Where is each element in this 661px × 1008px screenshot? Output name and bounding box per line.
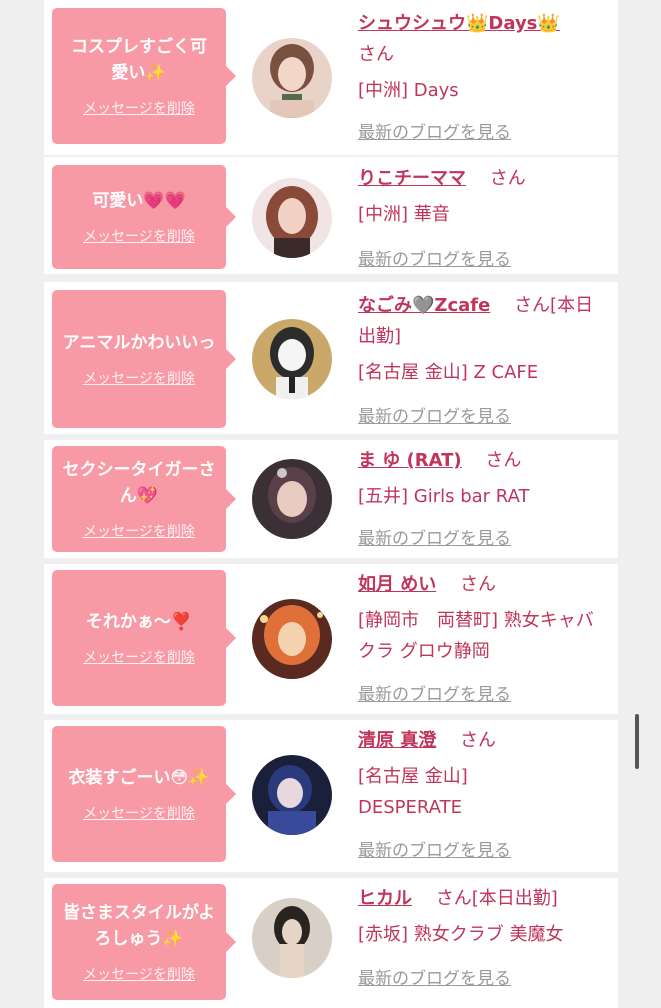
shop-name: [静岡市 両替町] 熟女キャバクラ グロウ静岡: [358, 610, 594, 662]
delete-message-link[interactable]: メッセージを削除: [83, 521, 195, 541]
message-text: 衣装すごーい😳✨: [68, 768, 210, 788]
cast-info: 清原 真澄 さん [名古屋 金山] DESPERATE: [358, 725, 610, 823]
blog-link[interactable]: 最新のブログを見る: [358, 402, 511, 427]
blog-link[interactable]: 最新のブログを見る: [358, 680, 511, 705]
message-card: 衣装すごーい😳✨ メッセージを削除 清原 真澄 さん [名古屋 金山] DESP…: [44, 720, 618, 872]
honorific: さん: [489, 168, 526, 189]
avatar[interactable]: [252, 38, 332, 118]
avatar-image: [252, 38, 332, 118]
avatar-image: [252, 755, 332, 835]
message-text: コスプレすごく可愛い✨: [71, 37, 207, 83]
message-card: 皆さまスタイルがよろしゅう✨ メッセージを削除 ヒカル さん[本日出勤] [赤坂…: [44, 878, 618, 1008]
blog-link[interactable]: 最新のブログを見る: [358, 524, 511, 549]
avatar-image: [252, 178, 332, 258]
message-bubble: 衣装すごーい😳✨ メッセージを削除: [52, 726, 236, 862]
delete-message-link[interactable]: メッセージを削除: [83, 803, 195, 823]
cast-name-link[interactable]: ヒカル: [358, 888, 412, 909]
message-bubble: それかぁ〜❣️ メッセージを削除: [52, 570, 236, 706]
message-bubble: セクシータイガーさん💖 メッセージを削除: [52, 446, 236, 552]
message-text: アニマルかわいいっ: [62, 333, 216, 353]
message-bubble: アニマルかわいいっ メッセージを削除: [52, 290, 236, 428]
scrollbar[interactable]: [635, 714, 639, 769]
avatar[interactable]: [252, 459, 332, 539]
blog-link[interactable]: 最新のブログを見る: [358, 836, 511, 861]
delete-message-link[interactable]: メッセージを削除: [83, 98, 195, 118]
message-bubble: 皆さまスタイルがよろしゅう✨ メッセージを削除: [52, 884, 236, 1000]
message-text: それかぁ〜❣️: [85, 612, 193, 632]
honorific: さん[本日出勤]: [435, 888, 558, 909]
avatar[interactable]: [252, 898, 332, 978]
message-bubble: 可愛い💗💗 メッセージを削除: [52, 165, 236, 269]
cast-name-link[interactable]: シュウシュウ👑Days👑: [358, 13, 560, 34]
avatar-image: [252, 319, 332, 399]
honorific: さん: [460, 574, 497, 595]
cast-info: シュウシュウ👑Days👑 さん [中洲] Days: [358, 8, 610, 106]
shop-name: [名古屋 金山] Z CAFE: [358, 362, 539, 383]
message-text: 皆さまスタイルがよろしゅう✨: [62, 903, 216, 949]
shop-name: [名古屋 金山] DESPERATE: [358, 766, 468, 818]
avatar[interactable]: [252, 319, 332, 399]
cast-info: ヒカル さん[本日出勤] [赤坂] 熟女クラブ 美魔女: [358, 883, 610, 950]
shop-name: [中洲] 華音: [358, 204, 450, 225]
cast-info: 如月 めい さん [静岡市 両替町] 熟女キャバクラ グロウ静岡: [358, 569, 610, 667]
avatar-image: [252, 898, 332, 978]
cast-name-link[interactable]: 如月 めい: [358, 574, 436, 595]
message-card: コスプレすごく可愛い✨ メッセージを削除 シュウシュウ👑Days👑 さん [中洲…: [44, 0, 618, 155]
avatar-image: [252, 459, 332, 539]
blog-link[interactable]: 最新のブログを見る: [358, 964, 511, 989]
shop-name: [五井] Girls bar RAT: [358, 486, 530, 507]
avatar[interactable]: [252, 755, 332, 835]
cast-name-link[interactable]: 清原 真澄: [358, 730, 436, 751]
avatar[interactable]: [252, 599, 332, 679]
message-card: それかぁ〜❣️ メッセージを削除 如月 めい さん [静岡市 両替町] 熟女キャ…: [44, 564, 618, 714]
delete-message-link[interactable]: メッセージを削除: [83, 226, 195, 246]
delete-message-link[interactable]: メッセージを削除: [83, 368, 195, 388]
delete-message-link[interactable]: メッセージを削除: [83, 647, 195, 667]
message-card: セクシータイガーさん💖 メッセージを削除 ま ゆ (RAT) さん [五井] G…: [44, 440, 618, 558]
avatar[interactable]: [252, 178, 332, 258]
cast-info: ま ゆ (RAT) さん [五井] Girls bar RAT: [358, 445, 610, 512]
blog-link[interactable]: 最新のブログを見る: [358, 245, 511, 270]
message-card: アニマルかわいいっ メッセージを削除 なごみ🩶Zcafe さん[本日出勤] [名…: [44, 282, 618, 434]
cast-name-link[interactable]: なごみ🩶Zcafe: [358, 295, 490, 316]
message-card: 可愛い💗💗 メッセージを削除 りこチーママ さん [中洲] 華音 最新のブログを…: [44, 157, 618, 274]
shop-name: [中洲] Days: [358, 80, 459, 101]
message-text: 可愛い💗💗: [92, 191, 186, 211]
honorific: さん: [460, 730, 497, 751]
delete-message-link[interactable]: メッセージを削除: [83, 964, 195, 984]
avatar-image: [252, 599, 332, 679]
cast-info: なごみ🩶Zcafe さん[本日出勤] [名古屋 金山] Z CAFE: [358, 290, 610, 388]
honorific: さん: [485, 450, 522, 471]
cast-name-link[interactable]: りこチーママ: [358, 168, 466, 189]
honorific: さん: [358, 44, 394, 65]
blog-link[interactable]: 最新のブログを見る: [358, 118, 511, 143]
message-bubble: コスプレすごく可愛い✨ メッセージを削除: [52, 8, 236, 144]
shop-name: [赤坂] 熟女クラブ 美魔女: [358, 924, 564, 945]
cast-name-link[interactable]: ま ゆ (RAT): [358, 450, 462, 471]
message-text: セクシータイガーさん💖: [62, 460, 216, 506]
cast-info: りこチーママ さん [中洲] 華音: [358, 163, 610, 230]
